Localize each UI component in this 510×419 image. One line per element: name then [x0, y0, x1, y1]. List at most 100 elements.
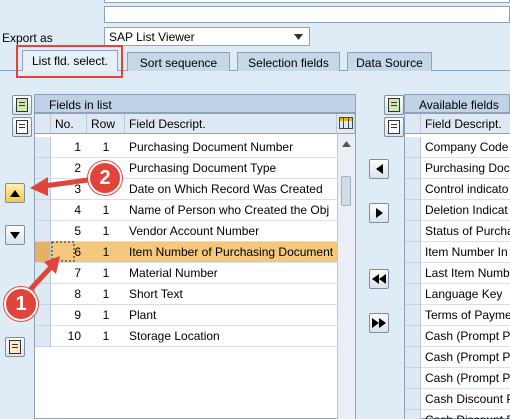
row-selector[interactable]	[405, 284, 421, 305]
row-selector[interactable]	[35, 179, 51, 200]
table-row[interactable]: 31Date on Which Record Was Created	[35, 179, 337, 200]
column-header-row[interactable]: Row	[87, 114, 125, 134]
column-settings-button[interactable]	[5, 337, 25, 357]
tab-label: Sort sequence	[139, 56, 218, 70]
vertical-scrollbar[interactable]	[337, 134, 355, 419]
table-row[interactable]: Deletion Indicat	[405, 200, 510, 221]
cell-field-description: Purchasing Document Number	[125, 137, 337, 158]
row-selector[interactable]	[35, 221, 51, 242]
row-selector[interactable]	[405, 305, 421, 326]
table-row[interactable]: Company Code	[405, 137, 510, 158]
tab-data-source[interactable]: Data Source	[347, 52, 432, 71]
row-selector[interactable]	[405, 200, 421, 221]
top-input-field[interactable]	[104, 0, 510, 3]
row-selector[interactable]	[35, 326, 51, 347]
row-selector[interactable]	[35, 158, 51, 179]
row-selector[interactable]	[35, 137, 51, 158]
table-row[interactable]: 9 1 Plant	[35, 305, 337, 326]
cell-field-description: Purchasing Docu	[421, 158, 510, 179]
export-as-dropdown[interactable]: SAP List Viewer	[104, 27, 310, 46]
move-to-available-button[interactable]	[369, 159, 389, 179]
table-row[interactable]: 4 1 Name of Person who Created the Obj	[35, 200, 337, 221]
row-selector[interactable]	[405, 242, 421, 263]
select-columns-button[interactable]	[12, 95, 32, 115]
cell-row: 1	[87, 326, 125, 347]
table-row[interactable]: Terms of Payme	[405, 305, 510, 326]
table-row[interactable]: Cash (Prompt Pa	[405, 347, 510, 368]
move-to-list-button[interactable]	[369, 203, 389, 223]
cell-field-description: Item Number In	[421, 242, 510, 263]
cell-field-description: Company Code	[421, 137, 510, 158]
move-up-button[interactable]	[5, 183, 25, 203]
table-row[interactable]: Last Item Numb	[405, 263, 510, 284]
cell-field-description: Last Item Numb	[421, 263, 510, 284]
row-selector[interactable]	[405, 368, 421, 389]
cell-no: 6	[51, 242, 87, 263]
cell-row: 1	[87, 242, 125, 263]
fields-in-list-header: Fields in list	[34, 94, 356, 113]
deselect-columns-button[interactable]	[12, 117, 32, 137]
grid-layout-icon	[339, 117, 353, 129]
chevron-down-icon[interactable]	[291, 30, 305, 43]
select-available-button[interactable]	[384, 95, 404, 115]
cell-field-description: Purchasing Document Type	[125, 158, 337, 179]
table-row[interactable]: Purchasing Docu	[405, 158, 510, 179]
tab-selection-fields[interactable]: Selection fields	[237, 52, 340, 71]
cell-field-description: Name of Person who Created the Obj	[125, 200, 337, 221]
table-row[interactable]: Cash (Prompt Pa	[405, 368, 510, 389]
row-selector[interactable]	[405, 158, 421, 179]
document-icon	[16, 120, 28, 134]
table-row[interactable]: 21Purchasing Document Type	[35, 158, 337, 179]
table-row[interactable]: Cash Discount P	[405, 389, 510, 410]
cell-row: 1	[87, 137, 125, 158]
table-row[interactable]: 7 1 Material Number	[35, 263, 337, 284]
row-selector[interactable]	[35, 263, 51, 284]
table-row[interactable]: 10 1 Storage Location	[35, 326, 337, 347]
row-selector[interactable]	[405, 179, 421, 200]
row-selector[interactable]	[405, 326, 421, 347]
table-row[interactable]: Item Number In	[405, 242, 510, 263]
panel-title: Fields in list	[49, 98, 112, 112]
scroll-up-icon[interactable]	[342, 136, 351, 150]
row-selector-header[interactable]	[405, 114, 421, 134]
table-row[interactable]: 8 1 Short Text	[35, 284, 337, 305]
arrow-left-icon	[375, 164, 383, 174]
table-row[interactable]: Control indicato	[405, 179, 510, 200]
row-selector[interactable]	[405, 263, 421, 284]
row-selector-header[interactable]	[35, 114, 51, 134]
move-all-to-available-button[interactable]	[369, 269, 389, 289]
cell-field-description: Short Text	[125, 284, 337, 305]
cell-field-description: Language Key	[421, 284, 510, 305]
cell-field-description: Deletion Indicat	[421, 200, 510, 221]
row-selector[interactable]	[405, 137, 421, 158]
column-header-no[interactable]: No.	[51, 114, 87, 134]
cell-field-description: Storage Location	[125, 326, 337, 347]
row-selector[interactable]	[35, 200, 51, 221]
table-row[interactable]: 1 1 Purchasing Document Number	[35, 137, 337, 158]
row-selector[interactable]	[405, 389, 421, 410]
column-header-field-description[interactable]: Field Descript.	[125, 114, 337, 134]
second-input-field[interactable]	[104, 6, 510, 23]
row-selector[interactable]	[405, 221, 421, 242]
table-row[interactable]: Language Key	[405, 284, 510, 305]
table-row[interactable]: Status of Purcha	[405, 221, 510, 242]
row-selector[interactable]	[405, 347, 421, 368]
move-all-to-list-button[interactable]	[369, 313, 389, 333]
table-row[interactable]: Cash Discount P	[405, 410, 510, 419]
deselect-available-button[interactable]	[384, 117, 404, 137]
cell-no: 7	[51, 263, 87, 284]
layout-settings-button[interactable]	[337, 114, 355, 134]
table-row[interactable]: 5 1 Vendor Account Number	[35, 221, 337, 242]
row-selector[interactable]	[35, 242, 51, 263]
fields-list-body: 11Purchasing Document Number21Purchasing…	[35, 137, 337, 419]
table-row[interactable]: 6 1 Item Number of Purchasing Document	[35, 242, 337, 263]
double-arrow-left-icon	[372, 274, 386, 284]
move-down-button[interactable]	[5, 225, 25, 245]
tab-sort-sequence[interactable]: Sort sequence	[127, 52, 230, 71]
table-row[interactable]: Cash (Prompt Pa	[405, 326, 510, 347]
cell-field-description: Material Number	[125, 263, 337, 284]
column-header-field-description[interactable]: Field Descript.	[421, 114, 510, 134]
callout-1: 1	[4, 287, 38, 321]
scroll-thumb[interactable]	[341, 176, 351, 206]
row-selector[interactable]	[405, 410, 421, 419]
